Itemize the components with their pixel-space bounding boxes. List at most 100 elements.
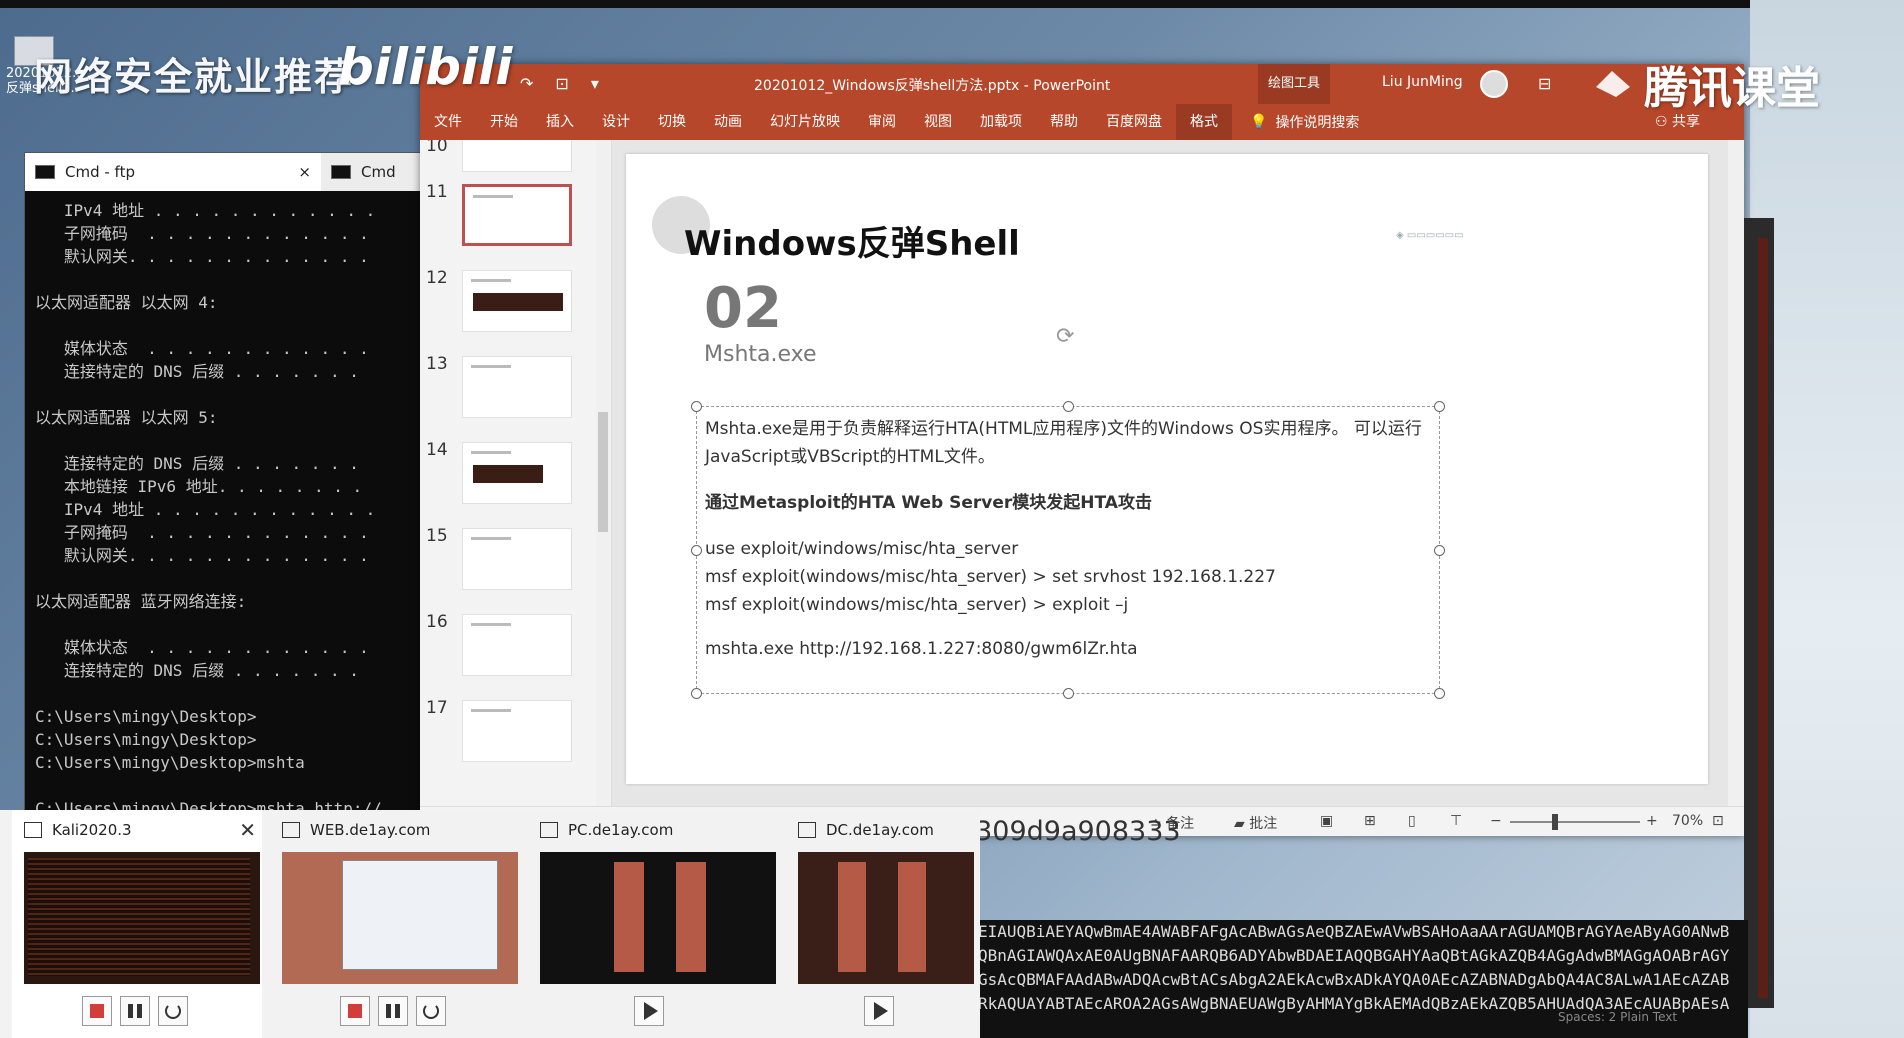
powerpoint-window[interactable]: ↷ ⊡ ▾ 20201012_Windows反弹shell方法.pptx - P… — [420, 64, 1744, 836]
zoom-in-icon[interactable]: + — [1646, 813, 1658, 829]
terminal-line: 媒体状态 . . . . . . . . . . . . — [35, 638, 369, 657]
terminal-icon — [35, 165, 55, 179]
zoom-level[interactable]: 70% — [1672, 813, 1703, 829]
pause-button[interactable] — [378, 996, 408, 1026]
resize-handle[interactable] — [1434, 401, 1445, 412]
editor-scrollbar[interactable] — [1728, 140, 1744, 806]
slide-thumbnail[interactable] — [462, 614, 572, 676]
tab-transitions[interactable]: 切换 — [644, 104, 700, 140]
play-button[interactable] — [634, 996, 664, 1026]
terminal-output[interactable]: IPv4 地址 . . . . . . . . . . . . 子网掩码 . .… — [25, 191, 423, 813]
slide-thumbnail-selected[interactable] — [462, 184, 572, 246]
vm-name: WEB.de1ay.com — [310, 821, 431, 839]
section-subtitle[interactable]: Mshta.exe — [704, 342, 817, 367]
redo-icon[interactable]: ↷ — [520, 74, 533, 93]
fit-slide-icon[interactable]: ⊡ — [1712, 813, 1724, 829]
pause-button[interactable] — [120, 996, 150, 1026]
vm-header: DC.de1ay.com — [786, 810, 976, 850]
close-tab-icon[interactable]: × — [298, 163, 311, 181]
slide-editor[interactable]: Windows反弹Shell ◈ ▭▭▭▭▭▭ 02 Mshta.exe ⟳ M… — [612, 140, 1728, 806]
bilibili-logo: bilibili — [338, 38, 513, 96]
resize-handle[interactable] — [1434, 545, 1445, 556]
editor-status-text: Spaces: 2 Plain Text — [1558, 1010, 1678, 1024]
tab-cmd[interactable]: Cmd — [321, 153, 406, 191]
vm-card-dc[interactable]: DC.de1ay.com — [786, 810, 976, 1038]
play-icon — [873, 1002, 888, 1020]
section-number[interactable]: 02 — [704, 276, 782, 341]
vm-card-web[interactable]: WEB.de1ay.com — [270, 810, 520, 1038]
slide-title[interactable]: Windows反弹Shell — [684, 216, 1020, 265]
stop-icon — [90, 1004, 104, 1018]
restart-button[interactable] — [416, 996, 446, 1026]
stop-button[interactable] — [82, 996, 112, 1026]
cmd-window[interactable]: Cmd - ftp × Cmd IPv4 地址 . . . . . . . . … — [24, 152, 424, 813]
top-border — [0, 0, 1904, 8]
tab-design[interactable]: 设计 — [588, 104, 644, 140]
slide-thumbnail[interactable] — [462, 140, 572, 172]
terminal-line: IPv4 地址 . . . . . . . . . . . . — [35, 500, 376, 519]
normal-view-icon[interactable]: ▣ — [1320, 813, 1333, 829]
tab-file[interactable]: 文件 — [420, 104, 476, 140]
zoom-slider-thumb[interactable] — [1552, 814, 1558, 830]
vm-preview[interactable] — [282, 852, 518, 984]
play-button[interactable] — [864, 996, 894, 1026]
restart-button[interactable] — [158, 996, 188, 1026]
tab-slideshow[interactable]: 幻灯片放映 — [756, 104, 854, 140]
text-content[interactable]: Mshta.exe是用于负责解释运行HTA(HTML应用程序)文件的Window… — [705, 415, 1435, 663]
user-name[interactable]: Liu JunMing — [1382, 74, 1463, 90]
comments-button[interactable]: ▰ 批注 — [1234, 813, 1277, 833]
resize-handle[interactable] — [1434, 688, 1445, 699]
tab-review[interactable]: 审阅 — [854, 104, 910, 140]
tab-label: Cmd — [361, 163, 396, 181]
tell-me-search[interactable]: 💡 操作说明搜索 — [1250, 112, 1359, 132]
stop-button[interactable] — [340, 996, 370, 1026]
slide-thumbnail[interactable] — [462, 700, 572, 762]
slide-thumbnail-pane[interactable]: 10 11 12 13 14 15 16 17 — [420, 140, 612, 806]
avatar[interactable] — [1480, 70, 1508, 98]
terminal-line: C:\Users\mingy\Desktop> — [35, 730, 257, 749]
zoom-slider[interactable] — [1510, 821, 1640, 823]
tab-cmd-ftp[interactable]: Cmd - ftp × — [25, 153, 321, 191]
vm-card-kali[interactable]: Kali2020.3 ✕ — [12, 810, 262, 1038]
resize-handle[interactable] — [1063, 688, 1074, 699]
resize-handle[interactable] — [691, 401, 702, 412]
vm-preview[interactable] — [798, 852, 974, 984]
url-fragment: /309d9a908333 — [966, 816, 1181, 847]
slide-thumbnail[interactable] — [462, 528, 572, 590]
slide-thumbnail[interactable] — [462, 356, 572, 418]
slide-thumbnail[interactable] — [462, 442, 572, 504]
tab-home[interactable]: 开始 — [476, 104, 532, 140]
vm-card-pc[interactable]: PC.de1ay.com — [528, 810, 778, 1038]
vm-preview[interactable] — [540, 852, 776, 984]
resize-handle[interactable] — [691, 545, 702, 556]
slide-sorter-icon[interactable]: ⊞ — [1364, 813, 1376, 829]
rotate-handle-icon[interactable]: ⟳ — [1056, 324, 1074, 349]
tab-format[interactable]: 格式 — [1176, 104, 1232, 140]
resize-handle[interactable] — [1063, 401, 1074, 412]
zoom-out-icon[interactable]: − — [1490, 813, 1502, 829]
paragraph-description: Mshta.exe是用于负责解释运行HTA(HTML应用程序)文件的Window… — [705, 419, 1422, 467]
thumb-number: 17 — [426, 698, 448, 718]
resize-handle[interactable] — [691, 688, 702, 699]
terminal-line: 默认网关. . . . . . . . . . . . . — [35, 546, 369, 565]
ribbon-display-icon[interactable]: ⊟ — [1538, 74, 1551, 93]
tab-help[interactable]: 帮助 — [1036, 104, 1092, 140]
vm-preview[interactable] — [24, 852, 260, 984]
tab-insert[interactable]: 插入 — [532, 104, 588, 140]
text-box-selected[interactable]: Mshta.exe是用于负责解释运行HTA(HTML应用程序)文件的Window… — [691, 401, 1445, 699]
customize-icon[interactable]: ▾ — [591, 74, 599, 93]
close-icon[interactable]: ✕ — [239, 818, 256, 842]
tab-baidu[interactable]: 百度网盘 — [1092, 104, 1176, 140]
tab-animations[interactable]: 动画 — [700, 104, 756, 140]
tab-addins[interactable]: 加载项 — [966, 104, 1036, 140]
tab-view[interactable]: 视图 — [910, 104, 966, 140]
scrollbar-thumb[interactable] — [598, 412, 608, 532]
reading-view-icon[interactable]: ▯ — [1408, 813, 1416, 829]
thumbnail-scrollbar[interactable] — [596, 140, 610, 806]
vm-controls — [82, 996, 188, 1026]
slide-thumbnail[interactable] — [462, 270, 572, 332]
present-icon[interactable]: ⊡ — [555, 74, 568, 93]
slideshow-icon[interactable]: ⊤ — [1450, 813, 1462, 829]
slide-canvas[interactable]: Windows反弹Shell ◈ ▭▭▭▭▭▭ 02 Mshta.exe ⟳ M… — [626, 154, 1708, 784]
